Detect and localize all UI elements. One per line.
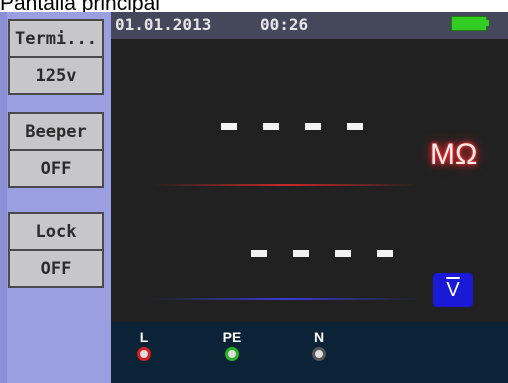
jack-pe-icon [225,347,239,361]
status-date: 01.01.2013 [115,15,212,34]
terminal-l: L [129,330,159,361]
battery-full-icon [451,16,487,31]
resistance-unit: MΩ [430,138,478,171]
measurement-display: MΩ V [111,39,508,322]
terminal-label: PE [222,329,242,345]
reading-dash [251,250,267,257]
voltage-underline [151,298,421,300]
softkey-title: Beeper [25,121,87,142]
reading-dash [377,250,393,257]
softkey-title: Termi... [15,28,97,49]
terminal-voltage-softkey[interactable]: Termi... 125v [8,19,104,95]
resistance-reading [221,123,363,130]
status-time: 00:26 [260,15,309,34]
terminal-label: N [313,329,325,345]
reading-dash [305,123,321,130]
softkey-panel: Termi... 125v Beeper OFF Lock OFF [0,12,111,383]
softkey-value: OFF [40,158,72,179]
jack-l-icon [137,347,151,361]
status-bar: 01.01.2013 00:26 [111,12,508,39]
terminal-bar: L PE N [111,322,508,383]
voltage-unit: V [446,279,460,301]
meter-screen: Termi... 125v Beeper OFF Lock OFF 01.01.… [0,12,508,383]
beeper-softkey[interactable]: Beeper OFF [8,112,104,188]
reading-dash [221,123,237,130]
reading-dash [263,123,279,130]
battery-terminal [486,20,489,26]
resistance-underline [151,184,421,186]
reading-dash [293,250,309,257]
terminal-label: L [139,329,149,345]
softkey-value: OFF [40,258,72,279]
voltage-mode-button[interactable]: V [433,273,473,307]
terminal-pe: PE [217,330,247,361]
softkey-value: 125v [35,65,77,86]
jack-n-icon [312,347,326,361]
voltage-reading [251,250,393,257]
reading-dash [347,123,363,130]
panel-edge [0,12,7,383]
reading-dash [335,250,351,257]
softkey-title: Lock [35,221,77,242]
terminal-n: N [304,330,334,361]
lock-softkey[interactable]: Lock OFF [8,212,104,288]
